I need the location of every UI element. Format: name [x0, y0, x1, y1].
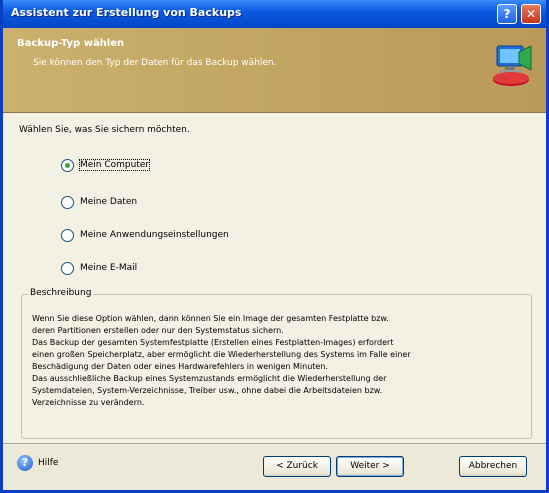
radio-button[interactable] [61, 261, 74, 275]
help-link[interactable]: ? Hilfe [17, 455, 58, 471]
radio-button[interactable] [61, 195, 74, 209]
help-icon: ? [17, 455, 33, 471]
back-button[interactable]: < Zurück [263, 456, 331, 477]
option-label[interactable]: Meine Anwendungseinstellungen [80, 230, 229, 240]
description-title: Beschreibung [28, 288, 94, 298]
title-bar: Assistent zur Erstellung von Backups ? ✕ [3, 0, 546, 28]
radio-button[interactable] [61, 228, 74, 242]
option-my-email[interactable]: Meine E-Mail [61, 259, 137, 277]
option-my-data[interactable]: Meine Daten [61, 193, 137, 211]
cancel-button[interactable]: Abbrechen [459, 456, 527, 477]
wizard-content: Wählen Sie, was Sie sichern möchten. Mei… [3, 113, 546, 443]
footer-divider [3, 443, 546, 444]
wizard-window: Assistent zur Erstellung von Backups ? ✕… [0, 0, 549, 493]
window-title: Assistent zur Erstellung von Backups [11, 6, 242, 19]
option-label[interactable]: Mein Computer [78, 159, 151, 171]
step-subtitle: Sie können den Typ der Daten für das Bac… [33, 58, 277, 68]
question-label: Wählen Sie, was Sie sichern möchten. [19, 125, 190, 135]
option-my-computer[interactable]: Mein Computer [61, 156, 151, 174]
help-label[interactable]: Hilfe [38, 458, 58, 468]
backup-computer-icon [493, 45, 532, 86]
description-text: Wenn Sie diese Option wählen, dann könne… [32, 314, 411, 407]
next-button[interactable]: Weiter > [336, 456, 404, 477]
wizard-header: Backup-Typ wählen Sie können den Typ der… [3, 28, 546, 113]
step-title: Backup-Typ wählen [17, 38, 125, 49]
option-app-settings[interactable]: Meine Anwendungseinstellungen [61, 226, 229, 244]
radio-button[interactable] [61, 158, 74, 172]
option-label[interactable]: Meine E-Mail [80, 263, 137, 273]
close-button[interactable]: ✕ [521, 4, 541, 24]
option-label[interactable]: Meine Daten [80, 197, 137, 207]
description-group: Beschreibung Wenn Sie diese Option wähle… [21, 288, 532, 439]
title-help-button[interactable]: ? [497, 4, 517, 24]
